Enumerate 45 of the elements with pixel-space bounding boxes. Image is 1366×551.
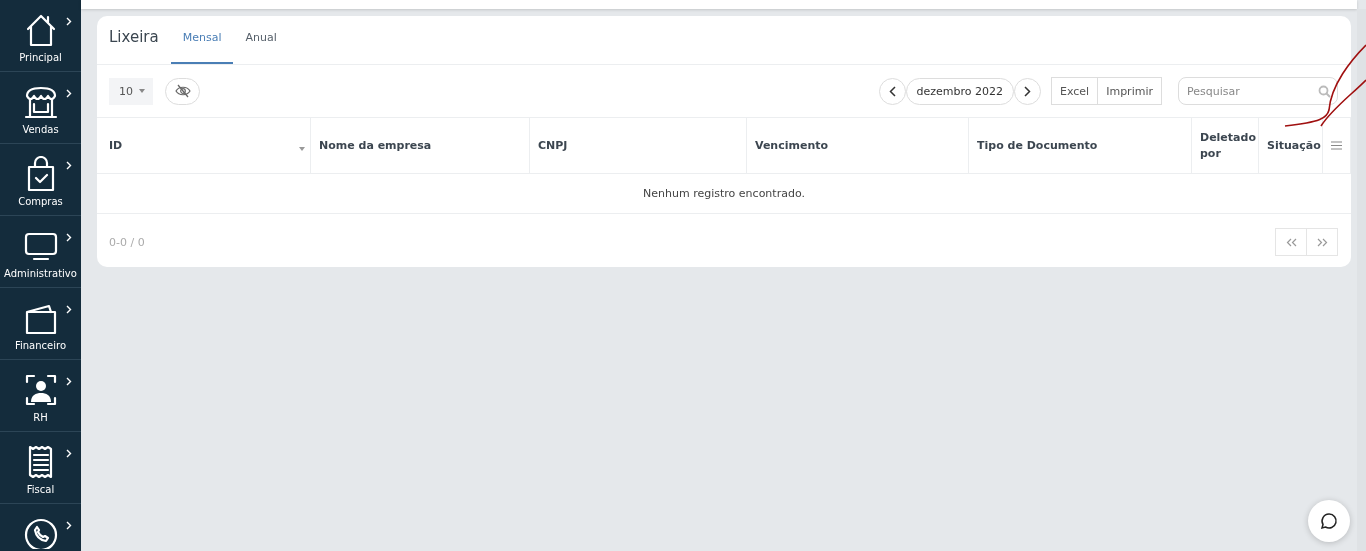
chat-bubble-icon xyxy=(1320,512,1338,530)
sidebar-item[interactable]: Administrativo xyxy=(0,216,81,288)
menu-icon[interactable] xyxy=(1331,141,1342,150)
sidebar-item[interactable]: Compras xyxy=(0,144,81,216)
next-month-button[interactable] xyxy=(1014,77,1042,105)
sidebar-item[interactable]: Financeiro xyxy=(0,288,81,360)
chevron-right-icon xyxy=(66,377,72,386)
sidebar-item[interactable]: Principal xyxy=(0,0,81,72)
double-chevron-left-icon xyxy=(1285,237,1297,247)
sidebar-item[interactable]: RH xyxy=(0,360,81,432)
column-header[interactable]: Tipo de Documento xyxy=(977,137,1098,154)
chevron-right-icon xyxy=(66,17,72,26)
chevron-right-icon xyxy=(66,233,72,242)
chevron-left-icon xyxy=(888,85,896,97)
chevron-right-icon xyxy=(66,449,72,458)
record-range: 0-0 / 0 xyxy=(109,235,145,249)
tab[interactable]: Anual xyxy=(233,31,289,64)
caret-icon xyxy=(139,89,145,93)
previous-month-button[interactable] xyxy=(878,77,906,105)
chevron-right-icon xyxy=(66,305,72,314)
empty-message: Nenhum registro encontrado. xyxy=(643,187,805,200)
chat-button[interactable] xyxy=(1308,500,1350,542)
sidebar-item[interactable]: Vendas xyxy=(0,72,81,144)
column-header[interactable]: Situação xyxy=(1267,137,1321,154)
chevron-right-icon xyxy=(1024,85,1032,97)
page-size-select[interactable]: 10 xyxy=(109,77,153,105)
chevron-right-icon xyxy=(66,161,72,170)
eye-slash-icon xyxy=(174,84,191,98)
chevron-right-icon xyxy=(66,521,72,530)
column-header[interactable]: ID xyxy=(109,137,123,154)
export-button[interactable]: Imprimir xyxy=(1097,77,1162,105)
column-header[interactable]: Deletado por xyxy=(1200,129,1256,162)
tab[interactable]: Mensal xyxy=(170,31,234,64)
card-title: Lixeira xyxy=(109,28,159,46)
double-chevron-right-icon xyxy=(1316,237,1328,247)
sidebar-item[interactable]: Fiscal xyxy=(0,432,81,504)
search-icon xyxy=(1318,85,1331,98)
sort-caret-icon xyxy=(299,147,305,151)
export-button[interactable]: Excel xyxy=(1051,77,1099,105)
chevron-right-icon xyxy=(66,89,72,98)
column-header[interactable]: CNPJ xyxy=(538,137,568,154)
column-header[interactable]: Nome da empresa xyxy=(319,137,432,154)
column-header[interactable]: Vencimento xyxy=(755,137,829,154)
search-field[interactable]: Pesquisar xyxy=(1178,77,1338,105)
hide-columns-button[interactable] xyxy=(165,77,200,105)
